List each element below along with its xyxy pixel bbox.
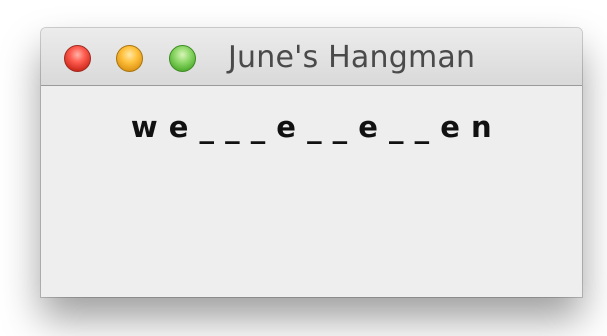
masked-word: w e _ _ _ e _ _ e _ _ e n <box>130 110 493 144</box>
zoom-button[interactable] <box>169 45 196 72</box>
hangman-window: June's Hangman w e _ _ _ e _ _ e _ _ e n <box>41 28 582 297</box>
minimize-button[interactable] <box>116 45 143 72</box>
close-button[interactable] <box>64 45 91 72</box>
window-title: June's Hangman <box>228 40 476 75</box>
title-bar[interactable]: June's Hangman <box>41 28 582 86</box>
desktop-background: June's Hangman w e _ _ _ e _ _ e _ _ e n <box>0 0 607 336</box>
game-panel: w e _ _ _ e _ _ e _ _ e n <box>41 86 582 297</box>
